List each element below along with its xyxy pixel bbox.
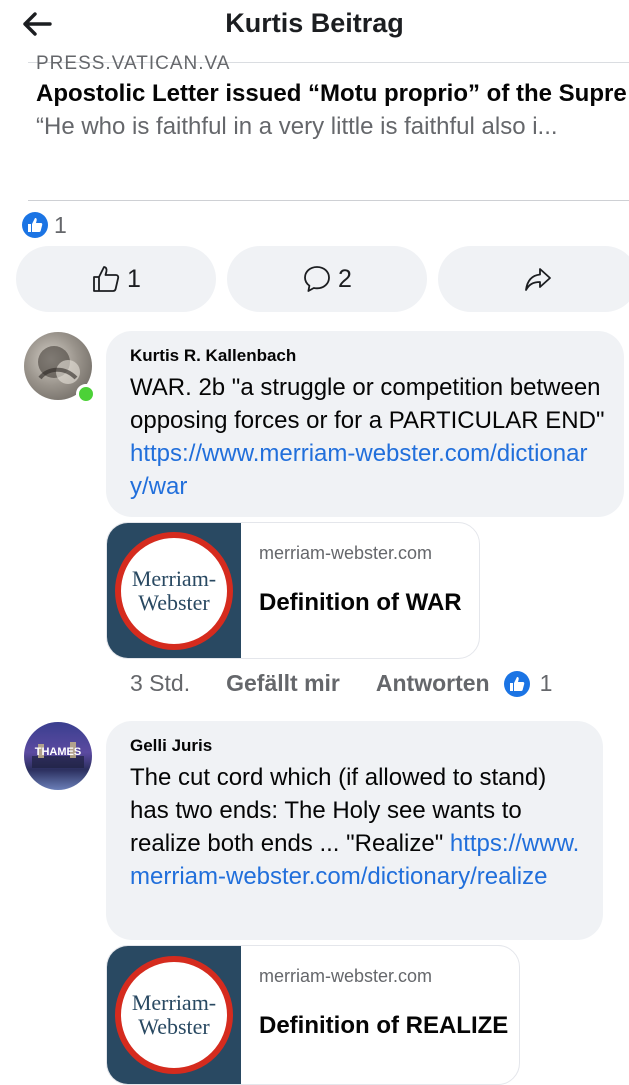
like-button[interactable]: 1 [16,246,216,312]
page-title: Kurtis Beitrag [225,8,404,38]
comment-author[interactable]: Kurtis R. Kallenbach [130,345,606,367]
reactions-count: 1 [54,211,67,238]
link-card[interactable]: Merriam- Webster merriam-webster.com Def… [106,945,520,1085]
section-divider [28,200,629,201]
comment-bubble[interactable]: Kurtis R. Kallenbach WAR. 2b "a struggle… [106,331,624,517]
comment-bubble[interactable]: Gelli Juris The cut cord which (if allow… [106,721,603,940]
online-status-indicator [76,384,96,404]
share-button[interactable] [438,246,629,312]
comment-count: 2 [338,264,352,293]
merriam-webster-logo: Merriam- Webster [115,956,233,1074]
comment-button[interactable]: 2 [227,246,427,312]
action-bar: 1 2 [16,246,629,314]
comment-text: The cut cord which (if allowed to stand)… [130,761,585,893]
share-icon [525,268,551,291]
logo-line-1: Merriam- [131,565,217,591]
like-reaction-icon [22,212,48,238]
comment-reply-button[interactable]: Antworten [376,670,490,697]
shared-link-preview[interactable]: PRESS.VATICAN.VA Apostolic Letter issued… [36,53,629,142]
card-title: Definition of WAR [259,589,462,616]
card-title: Definition of REALIZE [259,1012,509,1039]
like-count: 1 [127,264,141,293]
comment-timestamp[interactable]: 3 Std. [130,670,190,697]
logo-line-2: Webster [138,1014,210,1039]
comment-author[interactable]: Gelli Juris [130,735,585,757]
link-card[interactable]: Merriam- Webster merriam-webster.com Def… [106,522,480,659]
card-domain: merriam-webster.com [259,543,433,563]
comment-text: WAR. 2b "a struggle or competition betwe… [130,371,606,503]
comment-link[interactable]: https://www.merriam-webster.com/dictiona… [130,440,587,500]
merriam-webster-logo: Merriam- Webster [115,531,233,650]
card-domain: merriam-webster.com [259,966,433,986]
comment-like-button[interactable]: Gefällt mir [226,670,340,697]
link-title: Apostolic Letter issued “Motu proprio” o… [36,80,626,107]
avatar-image: THAMES [32,742,84,768]
reactions-summary[interactable]: 1 [22,210,67,240]
logo-line-1: Merriam- [131,990,217,1015]
card-thumbnail: Merriam- Webster [107,946,241,1084]
link-description: “He who is faithful in a very little is … [36,113,558,140]
thumbs-up-icon [93,266,120,292]
comment-body: WAR. 2b "a struggle or competition betwe… [130,374,605,434]
avatar-label: THAMES [35,746,81,758]
comment-icon [304,266,330,292]
comment-reaction-count: 1 [539,670,553,696]
header: Kurtis Beitrag [0,0,629,52]
logo-line-2: Webster [138,589,210,615]
comment-meta: 3 Std. Gefällt mir Antworten 1 [130,670,552,697]
avatar[interactable]: THAMES [24,722,92,790]
like-reaction-icon[interactable] [503,670,530,697]
card-thumbnail: Merriam- Webster [107,523,241,658]
link-domain: PRESS.VATICAN.VA [36,53,231,70]
